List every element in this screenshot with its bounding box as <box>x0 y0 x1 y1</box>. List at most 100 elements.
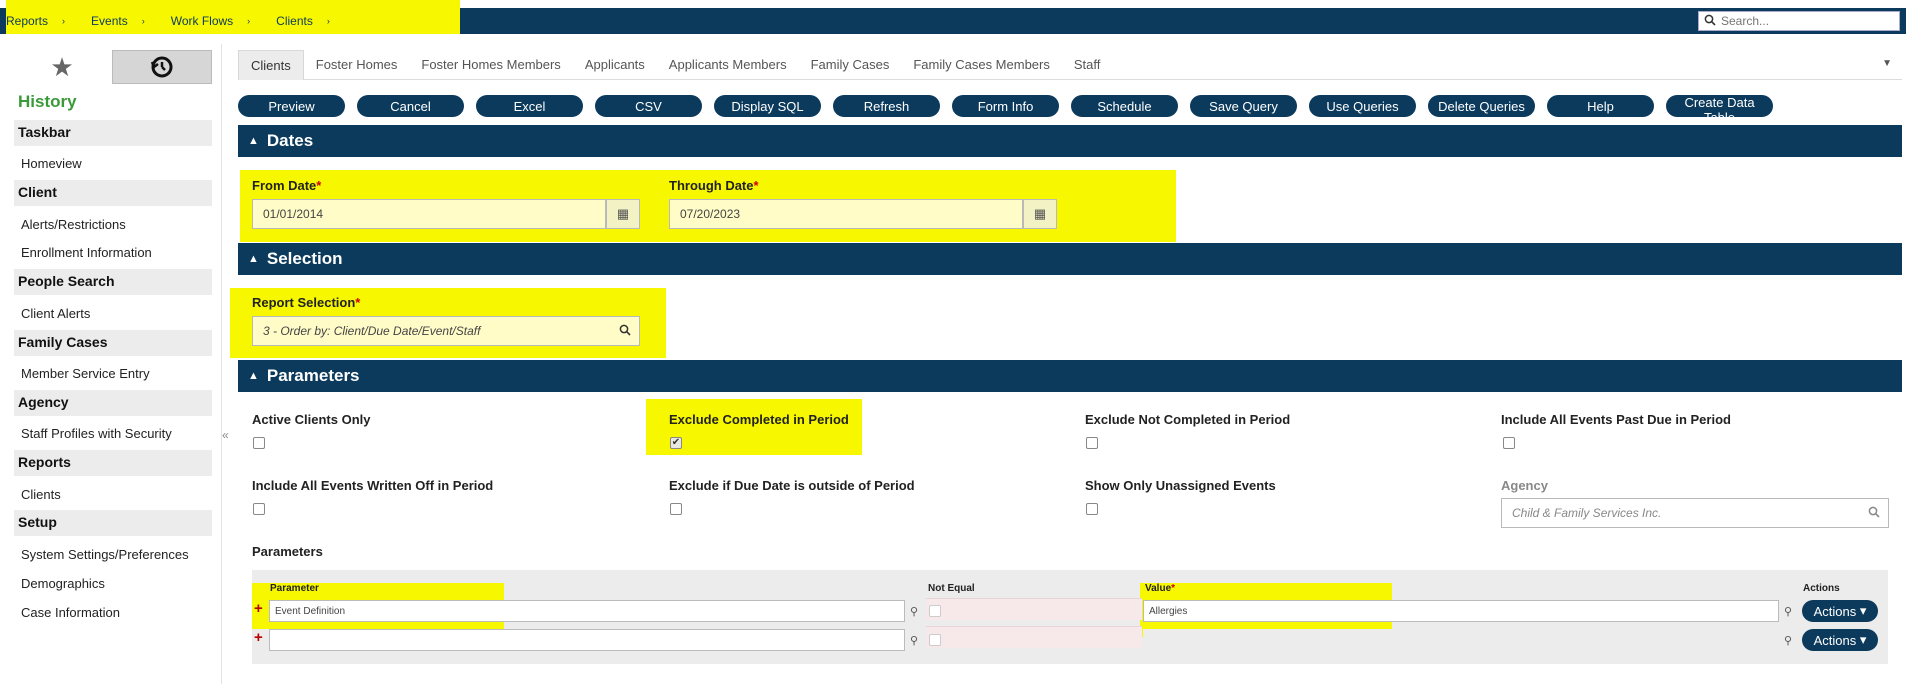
not-equal-cell <box>926 598 1142 620</box>
sidebar-group-family-cases: Family Cases <box>14 330 212 356</box>
sidebar-item[interactable]: Staff Profiles with Security <box>21 426 172 441</box>
save-query-button[interactable]: Save Query <box>1190 95 1297 117</box>
search-icon[interactable] <box>619 324 631 339</box>
calendar-icon[interactable]: ▦ <box>1023 199 1057 229</box>
breadcrumb-events[interactable]: Events <box>91 14 136 28</box>
tabs-dropdown-icon[interactable]: ▼ <box>1882 58 1892 69</box>
search-icon[interactable] <box>1868 506 1880 521</box>
actions-button[interactable]: Actions ▾ <box>1802 600 1878 622</box>
required-mark: * <box>355 295 361 310</box>
sidebar-item[interactable]: Client Alerts <box>21 306 90 321</box>
sidebar-item[interactable]: Clients <box>21 487 61 502</box>
delete-queries-button[interactable]: Delete Queries <box>1428 95 1535 117</box>
from-date-field[interactable]: 01/01/2014 <box>252 199 606 229</box>
display-sql-button[interactable]: Display SQL <box>714 95 821 117</box>
required-mark: * <box>1171 583 1176 594</box>
cancel-button[interactable]: Cancel <box>357 95 464 117</box>
active-clients-only-checkbox[interactable] <box>253 437 265 449</box>
through-date-field[interactable]: 07/20/2023 <box>669 199 1023 229</box>
include-written-off-checkbox[interactable] <box>253 503 265 515</box>
sidebar-group-taskbar: Taskbar <box>14 120 212 146</box>
show-unassigned-label: Show Only Unassigned Events <box>1085 478 1276 493</box>
tab-applicants[interactable]: Applicants <box>573 50 657 80</box>
sidebar-item[interactable]: Enrollment Information <box>21 245 152 260</box>
search-icon[interactable]: ⚲ <box>905 629 923 651</box>
breadcrumb-item[interactable]: Reports › <box>6 14 91 28</box>
agency-field[interactable]: Child & Family Services Inc. <box>1501 498 1889 528</box>
tab-family-cases-members[interactable]: Family Cases Members <box>901 50 1062 80</box>
tab-clients[interactable]: Clients <box>238 49 304 80</box>
exclude-not-completed-label: Exclude Not Completed in Period <box>1085 412 1291 427</box>
search-icon[interactable]: ⚲ <box>905 600 923 622</box>
preview-button[interactable]: Preview <box>238 95 345 117</box>
value-cell[interactable]: Allergies <box>1143 600 1779 622</box>
required-mark: * <box>753 178 759 193</box>
exclude-due-date-outside-checkbox[interactable] <box>670 503 682 515</box>
history-title: History <box>18 92 77 111</box>
tab-foster-homes-members[interactable]: Foster Homes Members <box>409 50 572 80</box>
sidebar-group-setup: Setup <box>14 510 212 536</box>
section-parameters-header[interactable]: ▲ Parameters <box>238 360 1902 392</box>
breadcrumb-item[interactable]: Events › <box>91 14 171 28</box>
show-unassigned-checkbox[interactable] <box>1086 503 1098 515</box>
value-cell[interactable] <box>1143 629 1779 651</box>
sidebar-item[interactable]: Demographics <box>21 576 105 591</box>
collapse-triangle-icon: ▲ <box>248 135 259 147</box>
parameter-cell[interactable] <box>269 629 905 651</box>
sidebar-group-client: Client <box>14 180 212 206</box>
tab-foster-homes[interactable]: Foster Homes <box>304 50 410 80</box>
breadcrumb-item[interactable]: Clients › <box>276 14 356 28</box>
history-button[interactable] <box>112 50 212 84</box>
search-icon[interactable]: ⚲ <box>1779 600 1797 622</box>
schedule-button[interactable]: Schedule <box>1071 95 1178 117</box>
chevron-right-icon: › <box>247 16 251 26</box>
section-selection-header[interactable]: ▲ Selection <box>238 243 1902 275</box>
sidebar-item[interactable]: Alerts/Restrictions <box>21 217 126 232</box>
collapse-sidebar-icon[interactable]: « <box>222 428 232 442</box>
create-data-table-button[interactable]: Create Data Table <box>1666 95 1773 125</box>
section-title: Selection <box>266 249 343 268</box>
form-info-button[interactable]: Form Info <box>952 95 1059 117</box>
search-icon <box>1699 14 1721 29</box>
use-queries-button[interactable]: Use Queries <box>1309 95 1416 117</box>
breadcrumb-item[interactable]: Work Flows › <box>171 14 276 28</box>
add-row-icon[interactable]: + <box>254 629 263 646</box>
search-input[interactable] <box>1721 14 1891 28</box>
tab-family-cases[interactable]: Family Cases <box>799 50 902 80</box>
exclude-completed-checkbox[interactable]: ✔ <box>670 437 682 449</box>
breadcrumb-work-flows[interactable]: Work Flows <box>171 14 241 28</box>
search-icon[interactable]: ⚲ <box>1779 629 1797 651</box>
toolbar: Preview Cancel Excel CSV Display SQL Ref… <box>238 95 1773 125</box>
breadcrumb-reports[interactable]: Reports <box>6 14 56 28</box>
parameter-cell[interactable]: Event Definition <box>269 600 905 622</box>
include-past-due-checkbox[interactable] <box>1503 437 1515 449</box>
calendar-icon[interactable]: ▦ <box>606 199 640 229</box>
active-clients-only-label: Active Clients Only <box>252 412 371 427</box>
excel-button[interactable]: Excel <box>476 95 583 117</box>
agency-label: Agency <box>1501 478 1548 493</box>
search-box[interactable] <box>1698 11 1900 31</box>
not-equal-checkbox[interactable] <box>929 605 941 617</box>
exclude-not-completed-checkbox[interactable] <box>1086 437 1098 449</box>
section-title: Parameters <box>266 366 360 385</box>
favorites-button[interactable]: ★ <box>14 50 110 84</box>
sidebar-item[interactable]: Case Information <box>21 605 120 620</box>
breadcrumb-clients[interactable]: Clients <box>276 14 321 28</box>
exclude-completed-label: Exclude Completed in Period <box>669 412 849 427</box>
tab-staff[interactable]: Staff <box>1062 50 1113 80</box>
report-selection-value: 3 - Order by: Client/Due Date/Event/Staf… <box>263 324 481 338</box>
sidebar-item[interactable]: System Settings/Preferences <box>21 547 189 562</box>
add-row-icon[interactable]: + <box>254 600 263 617</box>
tab-applicants-members[interactable]: Applicants Members <box>657 50 799 80</box>
sidebar-item[interactable]: Member Service Entry <box>21 366 150 381</box>
actions-button[interactable]: Actions ▾ <box>1802 629 1878 651</box>
csv-button[interactable]: CSV <box>595 95 702 117</box>
grid-header-not-equal: Not Equal <box>928 583 975 594</box>
not-equal-checkbox[interactable] <box>929 634 941 646</box>
section-dates-header[interactable]: ▲ Dates <box>238 125 1902 157</box>
help-button[interactable]: Help <box>1547 95 1654 117</box>
grid-header-value: Value* <box>1145 583 1175 594</box>
refresh-button[interactable]: Refresh <box>833 95 940 117</box>
sidebar-item[interactable]: Homeview <box>21 156 82 171</box>
report-selection-field[interactable]: 3 - Order by: Client/Due Date/Event/Staf… <box>252 316 640 346</box>
